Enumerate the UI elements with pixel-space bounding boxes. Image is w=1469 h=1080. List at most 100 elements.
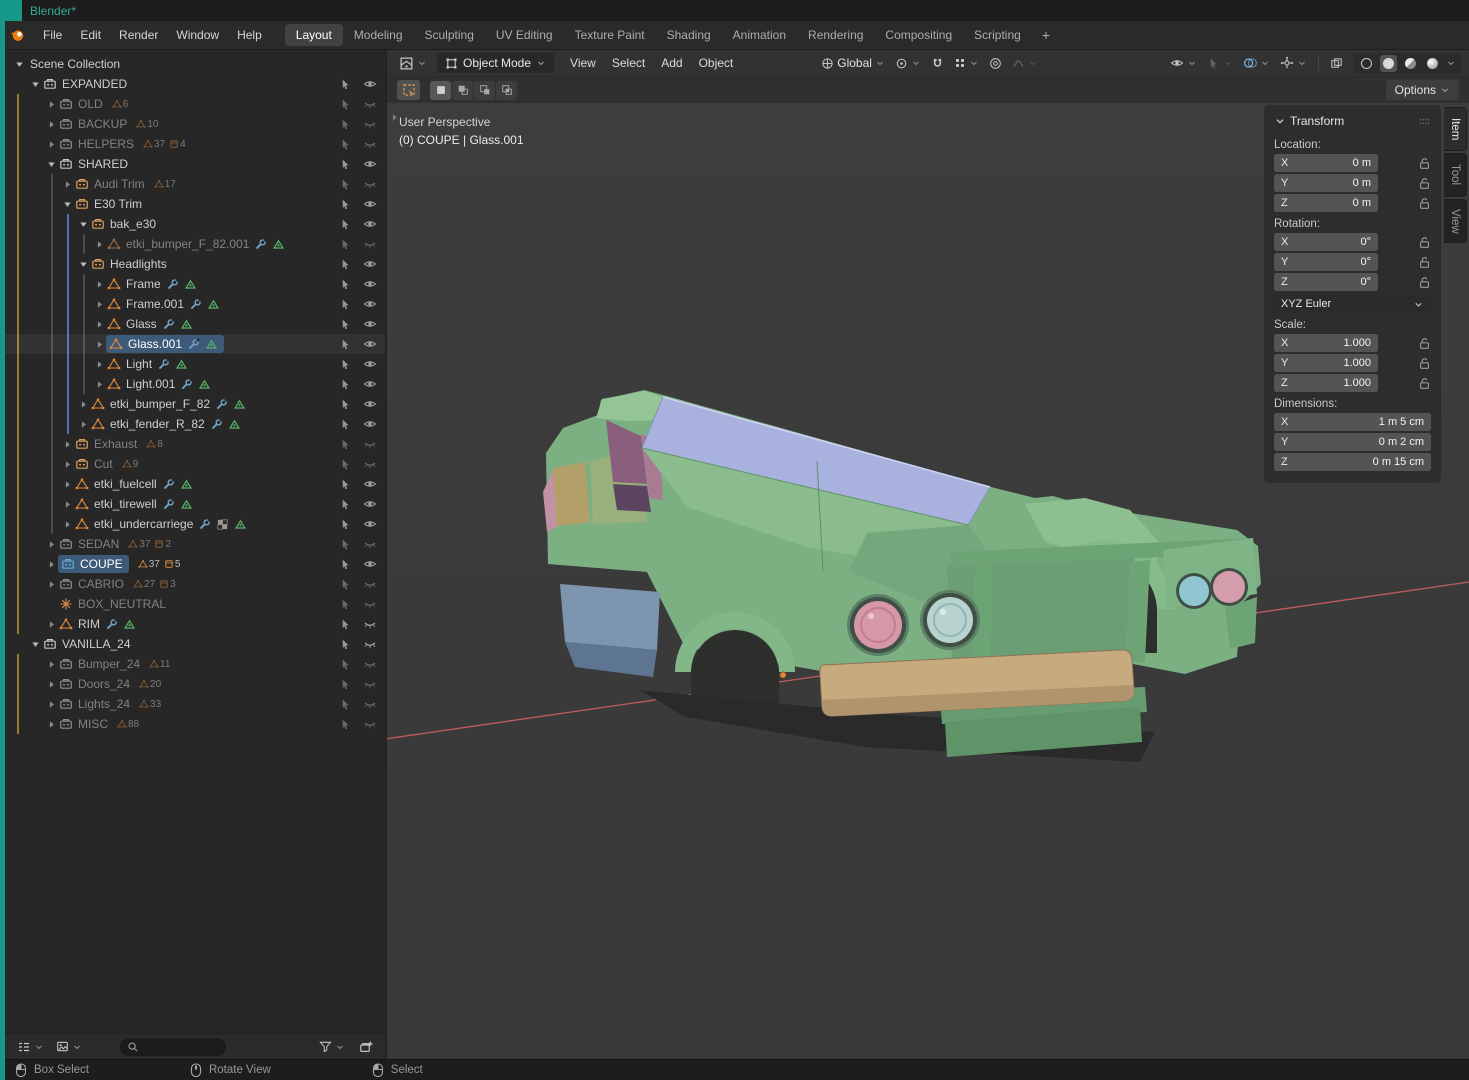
selectable-toggle[interactable]	[339, 138, 352, 151]
selectable-toggle[interactable]	[339, 338, 352, 351]
selectable-toggle[interactable]	[339, 598, 352, 611]
display-mode-dropdown[interactable]	[52, 1038, 86, 1055]
outliner-row-misc[interactable]: MISC88	[5, 714, 385, 734]
outliner-row-bumper-24[interactable]: Bumper_2411	[5, 654, 385, 674]
visibility-eye-closed-toggle[interactable]	[363, 137, 377, 151]
select-mode-extend[interactable]	[452, 81, 473, 100]
selectable-toggle[interactable]	[339, 378, 352, 391]
selectable-toggle[interactable]	[339, 578, 352, 591]
visibility-eye-closed-toggle[interactable]	[363, 657, 377, 671]
visibility-eye-open-toggle[interactable]	[363, 397, 377, 411]
disclosure-collapsed-icon[interactable]	[93, 299, 106, 310]
disclosure-collapsed-icon[interactable]	[61, 499, 74, 510]
disclosure-collapsed-icon[interactable]	[93, 319, 106, 330]
workspace-tab-rendering[interactable]: Rendering	[797, 24, 874, 46]
disclosure-collapsed-icon[interactable]	[45, 559, 58, 570]
transform-field-location-z[interactable]: Z0 m	[1274, 194, 1378, 212]
visibility-eye-open-toggle[interactable]	[363, 557, 377, 571]
outliner-row-etki-fuelcell[interactable]: etki_fuelcell	[5, 474, 385, 494]
transform-field-dimensions-z[interactable]: Z0 m 15 cm	[1274, 453, 1431, 471]
menu-render[interactable]: Render	[110, 25, 167, 45]
outliner-row-light-001[interactable]: Light.001	[5, 374, 385, 394]
editor-type-viewport-button[interactable]	[395, 54, 431, 73]
selectable-toggle[interactable]	[339, 218, 352, 231]
disclosure-expanded-icon[interactable]	[61, 199, 74, 210]
outliner-row-shared[interactable]: SHARED	[5, 154, 385, 174]
workspace-tab-uv-editing[interactable]: UV Editing	[485, 24, 564, 46]
gizmos-toggle[interactable]	[1276, 54, 1311, 72]
visibility-eye-closed-toggle[interactable]	[363, 637, 377, 651]
options-button[interactable]: Options	[1386, 80, 1459, 100]
disclosure-expanded-icon[interactable]	[29, 79, 42, 90]
snap-toggle[interactable]	[927, 55, 948, 72]
proportional-falloff-dropdown[interactable]	[1008, 55, 1042, 72]
disclosure-collapsed-icon[interactable]	[45, 659, 58, 670]
outliner-row-cut[interactable]: Cut9	[5, 454, 385, 474]
sidebar-tab-item[interactable]: Item	[1444, 107, 1467, 151]
lock-open-icon[interactable]	[1418, 256, 1431, 269]
proportional-edit-toggle[interactable]	[985, 55, 1006, 72]
workspace-tab-layout[interactable]: Layout	[285, 24, 343, 46]
visibility-eye-open-toggle[interactable]	[363, 217, 377, 231]
disclosure-expanded-icon[interactable]	[13, 59, 26, 70]
selectable-toggle[interactable]	[339, 118, 352, 131]
selectable-toggle[interactable]	[339, 398, 352, 411]
outliner-row-etki-bumper-f-82[interactable]: etki_bumper_F_82	[5, 394, 385, 414]
blender-logo-icon[interactable]	[10, 27, 26, 43]
disclosure-collapsed-icon[interactable]	[93, 379, 106, 390]
outliner-row-old[interactable]: OLD6	[5, 94, 385, 114]
lock-open-icon[interactable]	[1418, 357, 1431, 370]
visibility-eye-closed-toggle[interactable]	[363, 717, 377, 731]
visibility-eye-open-toggle[interactable]	[363, 357, 377, 371]
selectable-toggle[interactable]	[339, 638, 352, 651]
selectable-toggle[interactable]	[339, 438, 352, 451]
lock-open-icon[interactable]	[1418, 157, 1431, 170]
menu-file[interactable]: File	[34, 25, 71, 45]
sidebar-tab-tool[interactable]: Tool	[1444, 153, 1467, 197]
selectable-toggle[interactable]	[339, 78, 352, 91]
visibility-eye-closed-toggle[interactable]	[363, 237, 377, 251]
disclosure-collapsed-icon[interactable]	[45, 719, 58, 730]
viewport-menu-select[interactable]: Select	[604, 53, 653, 73]
visibility-eye-open-toggle[interactable]	[363, 197, 377, 211]
menu-window[interactable]: Window	[167, 25, 228, 45]
visibility-eye-open-toggle[interactable]	[363, 317, 377, 331]
outliner-row-expanded[interactable]: EXPANDED	[5, 74, 385, 94]
selectable-toggle[interactable]	[339, 618, 352, 631]
outliner-filter-dropdown[interactable]	[315, 1038, 349, 1055]
lock-open-icon[interactable]	[1418, 276, 1431, 289]
visibility-eye-closed-toggle[interactable]	[363, 457, 377, 471]
disclosure-collapsed-icon[interactable]	[45, 139, 58, 150]
selectable-toggle[interactable]	[339, 658, 352, 671]
lock-open-icon[interactable]	[1418, 177, 1431, 190]
transform-field-scale-x[interactable]: X1.000	[1274, 334, 1378, 352]
lock-open-icon[interactable]	[1418, 236, 1431, 249]
outliner-row-cabrio[interactable]: CABRIO273	[5, 574, 385, 594]
shading-material-button[interactable]	[1402, 55, 1419, 72]
disclosure-collapsed-icon[interactable]	[45, 619, 58, 630]
outliner-row-glass-001[interactable]: Glass.001	[5, 334, 385, 354]
selectable-toggle[interactable]	[339, 518, 352, 531]
disclosure-collapsed-icon[interactable]	[45, 119, 58, 130]
lock-open-icon[interactable]	[1418, 197, 1431, 210]
outliner-search-input[interactable]	[120, 1038, 226, 1056]
outliner-row-rim[interactable]: RIM	[5, 614, 385, 634]
outliner-row-exhaust[interactable]: Exhaust8	[5, 434, 385, 454]
visibility-eye-closed-toggle[interactable]	[363, 677, 377, 691]
selectable-toggle[interactable]	[339, 158, 352, 171]
visibility-eye-closed-toggle[interactable]	[363, 597, 377, 611]
add-workspace-button[interactable]: +	[1032, 25, 1060, 45]
disclosure-expanded-icon[interactable]	[45, 159, 58, 170]
shading-wireframe-button[interactable]	[1358, 55, 1375, 72]
selectable-toggle[interactable]	[339, 478, 352, 491]
selectable-toggle[interactable]	[339, 298, 352, 311]
selectable-toggle[interactable]	[339, 98, 352, 111]
viewport-canvas[interactable]: User Perspective (0) COUPE | Glass.001	[387, 103, 1469, 1059]
selectable-toggle[interactable]	[339, 318, 352, 331]
visibility-eye-closed-toggle[interactable]	[363, 177, 377, 191]
visibility-eye-closed-toggle[interactable]	[363, 97, 377, 111]
outliner-row-lights-24[interactable]: Lights_2433	[5, 694, 385, 714]
viewport-menu-view[interactable]: View	[562, 53, 604, 73]
select-mode-subtract[interactable]	[474, 81, 495, 100]
disclosure-expanded-icon[interactable]	[29, 639, 42, 650]
